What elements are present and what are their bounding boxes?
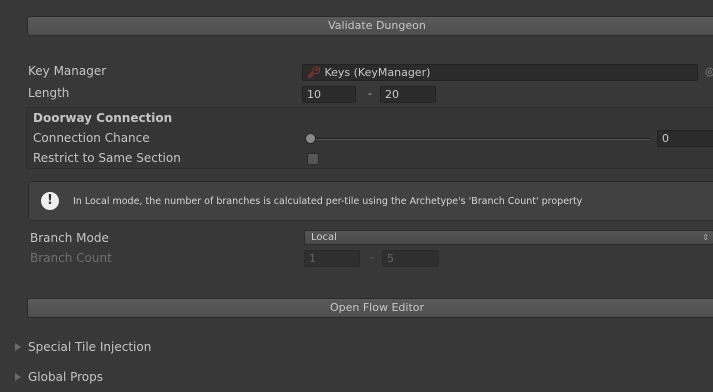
restrict-same-section-checkbox[interactable]: [307, 153, 319, 165]
open-flow-editor-button[interactable]: Open Flow Editor: [27, 298, 713, 318]
doorway-connection-header: Doorway Connection: [33, 111, 173, 125]
branch-mode-label: Branch Mode: [30, 231, 109, 245]
branch-count-label: Branch Count: [30, 251, 112, 265]
branch-mode-value: Local: [311, 232, 337, 243]
branch-count-separator: -: [370, 251, 374, 264]
global-props-foldout[interactable]: Global Props: [28, 370, 103, 384]
key-manager-field[interactable]: 🔑︎ Keys (KeyManager): [302, 64, 698, 81]
key-icon: 🔑︎: [307, 66, 321, 79]
connection-chance-slider[interactable]: [310, 138, 650, 140]
special-tile-injection-foldout[interactable]: Special Tile Injection: [28, 340, 151, 354]
connection-chance-label: Connection Chance: [33, 131, 150, 145]
key-manager-value: Keys (KeyManager): [324, 66, 431, 79]
special-tile-injection-arrow-icon[interactable]: [15, 343, 21, 351]
dropdown-arrow-icon: ⇕: [702, 233, 709, 242]
branch-count-max-field[interactable]: 5: [382, 250, 439, 267]
object-picker-icon[interactable]: ◎: [705, 65, 713, 79]
key-manager-label: Key Manager: [28, 64, 107, 78]
branch-count-min-field[interactable]: 1: [304, 250, 360, 267]
global-props-arrow-icon[interactable]: [15, 373, 21, 381]
help-text: In Local mode, the number of branches is…: [73, 196, 583, 207]
validate-dungeon-button[interactable]: Validate Dungeon: [27, 16, 713, 36]
length-separator: -: [368, 87, 372, 100]
length-min-field[interactable]: 10: [302, 86, 356, 103]
restrict-same-section-label: Restrict to Same Section: [33, 151, 181, 165]
branch-mode-dropdown[interactable]: Local ⇕: [304, 230, 713, 245]
connection-chance-field[interactable]: 0: [657, 130, 713, 147]
length-max-field[interactable]: 20: [380, 86, 436, 103]
info-icon: !: [41, 192, 59, 210]
connection-chance-slider-knob[interactable]: [305, 133, 316, 144]
length-label: Length: [28, 86, 70, 100]
